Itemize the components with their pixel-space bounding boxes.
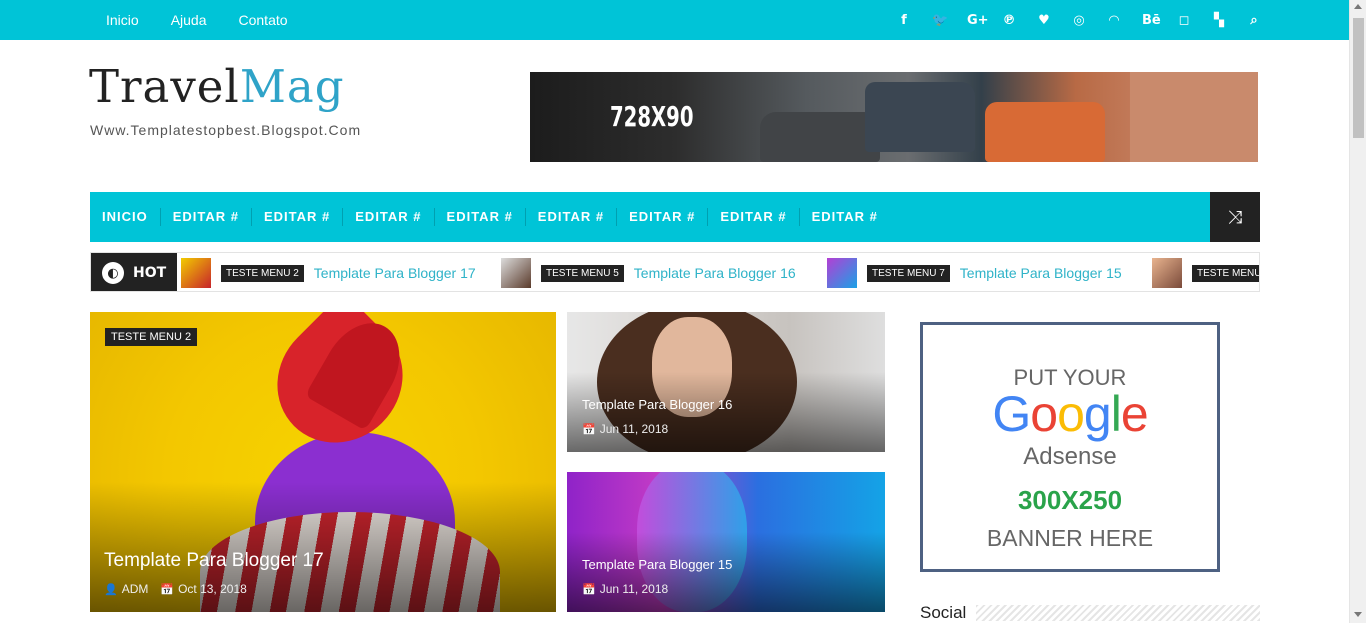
header-ad-banner[interactable]: 728X90 (530, 72, 1258, 162)
heart-icon[interactable]: ♥ (1037, 13, 1051, 28)
hot-ticker: ◐ HOT TESTE MENU 2 Template Para Blogger… (90, 252, 1260, 292)
flame-icon: ◐ (102, 262, 124, 284)
logo-accent-text: Mag (239, 60, 345, 113)
post-date: Jun 11, 2018 (599, 422, 669, 436)
scroll-up-icon[interactable] (1354, 4, 1362, 9)
ticker-item[interactable]: TESTE MENU 7 Template Para Blogger 15 (827, 257, 1122, 289)
logo-main-text: Travel (89, 60, 240, 113)
sidebar-ad-banner[interactable]: PUT YOUR Google Adsense 300X250 BANNER H… (920, 322, 1220, 572)
google-logo: Google (992, 386, 1148, 442)
post-meta: 👤 ADM 📅 Oct 13, 2018 (104, 582, 247, 596)
ticker-tag[interactable]: TESTE MENU (1192, 264, 1259, 282)
facebook-icon[interactable]: f (897, 13, 911, 28)
heading-divider (976, 605, 1260, 621)
ad-size-label: 300X250 (1017, 485, 1123, 515)
rss-icon[interactable]: ◠ (1107, 13, 1121, 28)
social-widget-heading: Social (920, 602, 1260, 624)
social-links: f 🐦 G+ ℗ ♥ ◎ ◠ Bē ◻ ▚ ⌕ (876, 0, 1261, 40)
post-title[interactable]: Template Para Blogger 17 (104, 550, 324, 572)
top-nav-ajuda[interactable]: Ajuda (171, 12, 207, 28)
post-author[interactable]: ADM (122, 582, 149, 596)
ticker-tag[interactable]: TESTE MENU 7 (867, 264, 950, 282)
main-menu: INICIO EDITAR # EDITAR # EDITAR # EDITAR… (90, 192, 1260, 242)
user-icon: 👤 (104, 583, 118, 596)
ticker-tag[interactable]: TESTE MENU 5 (541, 264, 624, 282)
menu-item-editar-6[interactable]: EDITAR # (617, 208, 709, 226)
menu-item-editar-8[interactable]: EDITAR # (800, 208, 890, 226)
pinterest-icon[interactable]: ℗ (1002, 13, 1016, 28)
calendar-icon: 📅 (582, 583, 596, 596)
calendar-icon: 📅 (582, 423, 596, 436)
dribbble-icon[interactable]: ◎ (1072, 13, 1086, 28)
featured-image-overlay (567, 372, 885, 452)
ticker-thumbnail[interactable] (827, 258, 857, 288)
banner-car-image (760, 112, 880, 162)
ticker-item[interactable]: TESTE MENU 2 Template Para Blogger 17 (181, 257, 476, 289)
featured-post-small[interactable]: Template Para Blogger 16 📅 Jun 11, 2018 (567, 312, 885, 452)
ticker-item[interactable]: TESTE MENU 5 Template Para Blogger 16 (501, 257, 796, 289)
post-title[interactable]: Template Para Blogger 16 (582, 397, 732, 412)
featured-post-small[interactable]: Template Para Blogger 15 📅 Jun 11, 2018 (567, 472, 885, 612)
banner-wall-image (1130, 72, 1258, 162)
ticker-tag[interactable]: TESTE MENU 2 (221, 264, 304, 282)
delicious-icon[interactable]: ▚ (1212, 13, 1226, 28)
featured-image-overlay (567, 532, 885, 612)
ticker-title[interactable]: Template Para Blogger 15 (960, 265, 1122, 281)
post-title[interactable]: Template Para Blogger 15 (582, 557, 732, 572)
behance-icon[interactable]: Bē (1142, 13, 1161, 28)
social-widget-title: Social (920, 603, 967, 622)
ticker-title[interactable]: Template Para Blogger 17 (314, 265, 476, 281)
top-nav: Inicio Ajuda Contato (106, 0, 320, 40)
post-date: Jun 11, 2018 (599, 582, 669, 596)
ticker-thumbnail[interactable] (181, 258, 211, 288)
menu-item-editar-5[interactable]: EDITAR # (526, 208, 618, 226)
scroll-thumb[interactable] (1353, 18, 1364, 138)
scroll-down-icon[interactable] (1354, 612, 1362, 617)
ticker-thumbnail[interactable] (501, 258, 531, 288)
banner-orange-car-image (985, 102, 1105, 162)
page-scrollbar[interactable] (1349, 0, 1366, 623)
search-icon[interactable]: ⌕ (1247, 13, 1261, 28)
site-logo[interactable]: TravelMag (89, 64, 345, 109)
menu-item-inicio[interactable]: INICIO (90, 208, 161, 226)
hot-label: ◐ HOT (91, 253, 177, 291)
twitter-icon[interactable]: 🐦 (932, 13, 948, 28)
post-date: Oct 13, 2018 (178, 582, 247, 596)
ticker-thumbnail[interactable] (1152, 258, 1182, 288)
google-plus-icon[interactable]: G+ (967, 13, 989, 28)
menu-item-editar-7[interactable]: EDITAR # (708, 208, 800, 226)
post-category-badge[interactable]: TESTE MENU 2 (105, 328, 198, 346)
featured-post-large[interactable]: TESTE MENU 2 Template Para Blogger 17 👤 … (90, 312, 556, 612)
shuffle-icon[interactable]: ⤨ (1210, 192, 1260, 242)
ad-line-adsense: Adsense (1023, 443, 1117, 470)
instagram-icon[interactable]: ◻ (1177, 13, 1191, 28)
ad-line-banner-here: BANNER HERE (986, 525, 1154, 551)
hot-label-text: HOT (133, 265, 167, 281)
top-bar: Inicio Ajuda Contato f 🐦 G+ ℗ ♥ ◎ ◠ Bē ◻… (0, 0, 1349, 40)
menu-item-editar-3[interactable]: EDITAR # (343, 208, 435, 226)
menu-item-editar-1[interactable]: EDITAR # (161, 208, 252, 226)
post-meta: 📅 Jun 11, 2018 (582, 582, 668, 596)
menu-item-editar-4[interactable]: EDITAR # (435, 208, 526, 226)
banner-size-label: 728X90 (610, 100, 694, 133)
top-nav-inicio[interactable]: Inicio (106, 12, 139, 28)
post-meta: 📅 Jun 11, 2018 (582, 422, 668, 436)
site-tagline: Www.Templatestopbest.Blogspot.Com (90, 122, 362, 138)
menu-item-editar-2[interactable]: EDITAR # (252, 208, 344, 226)
ticker-title[interactable]: Template Para Blogger 16 (634, 265, 796, 281)
banner-jeep-image (865, 82, 975, 152)
ticker-item[interactable]: TESTE MENU (1152, 257, 1259, 289)
top-nav-contato[interactable]: Contato (239, 12, 288, 28)
calendar-icon: 📅 (160, 583, 175, 596)
